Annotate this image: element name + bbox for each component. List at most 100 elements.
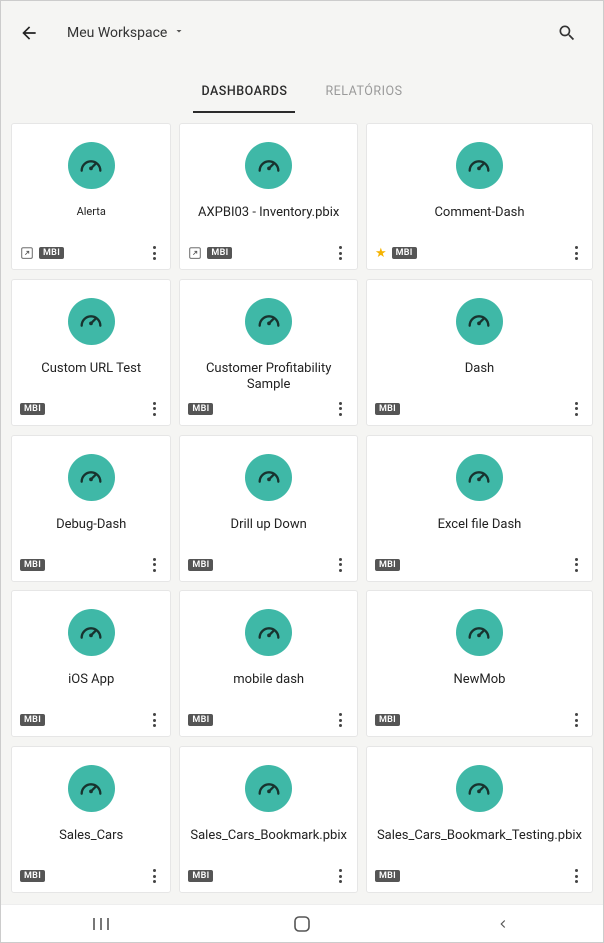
gauge-icon: [456, 298, 503, 345]
tab-bar: DASHBOARDS RELATÓRIOS: [1, 74, 603, 113]
more-menu-button[interactable]: [333, 867, 349, 885]
more-menu-button[interactable]: [146, 556, 162, 574]
mbi-badge: MBI: [375, 559, 400, 571]
tab-reports[interactable]: RELATÓRIOS: [321, 74, 406, 113]
dashboard-grid: Alerta MBI AXPBI03 - Inventory.pbix MBI …: [1, 113, 603, 904]
card-title: Excel file Dash: [428, 517, 532, 533]
nav-back[interactable]: [473, 917, 533, 931]
card-title: Comment-Dash: [424, 205, 534, 221]
card-title: Customer Profitability Sample: [180, 361, 357, 394]
more-menu-button[interactable]: [568, 244, 584, 262]
mbi-badge: MBI: [207, 247, 232, 259]
dashboard-card[interactable]: Drill up Down MBI: [179, 435, 358, 582]
workspace-dropdown[interactable]: Meu Workspace: [67, 25, 185, 41]
gauge-icon: [245, 609, 292, 656]
gauge-icon: [245, 298, 292, 345]
mbi-badge: MBI: [20, 870, 45, 882]
arrow-left-icon: [19, 23, 39, 43]
card-footer: MBI: [20, 866, 162, 886]
more-menu-button[interactable]: [333, 400, 349, 418]
search-button[interactable]: [555, 21, 579, 45]
card-footer: MBI: [188, 555, 349, 575]
card-title: AXPBI03 - Inventory.pbix: [188, 205, 349, 221]
recents-icon: [91, 917, 111, 931]
nav-recents[interactable]: [71, 917, 131, 931]
card-footer: MBI: [375, 710, 584, 730]
gauge-icon: [68, 765, 115, 812]
more-menu-button[interactable]: [146, 711, 162, 729]
dashboard-card[interactable]: Alerta MBI: [11, 123, 171, 270]
mbi-badge: MBI: [375, 403, 400, 415]
card-title: Dash: [455, 361, 504, 377]
more-menu-button[interactable]: [333, 556, 349, 574]
card-footer: MBI: [20, 399, 162, 419]
more-menu-button[interactable]: [568, 711, 584, 729]
dashboard-card[interactable]: Sales_Cars_Bookmark_Testing.pbix MBI: [366, 746, 593, 893]
gauge-icon: [68, 298, 115, 345]
app-header: Meu Workspace DASHBOARDS RELATÓRIOS: [1, 1, 603, 113]
card-title: Drill up Down: [221, 517, 317, 533]
back-button[interactable]: [17, 21, 41, 45]
dashboard-card[interactable]: Customer Profitability Sample MBI: [179, 279, 358, 426]
card-footer: MBI: [20, 710, 162, 730]
card-title: iOS App: [58, 672, 124, 688]
more-menu-button[interactable]: [333, 711, 349, 729]
dashboard-card[interactable]: AXPBI03 - Inventory.pbix MBI: [179, 123, 358, 270]
gauge-icon: [68, 454, 115, 501]
nav-back-icon: [496, 917, 510, 931]
card-footer: MBI: [188, 399, 349, 419]
mbi-badge: MBI: [392, 247, 417, 259]
gauge-icon: [245, 142, 292, 189]
dashboard-card[interactable]: Dash MBI: [366, 279, 593, 426]
dashboard-card[interactable]: Sales_Cars MBI: [11, 746, 171, 893]
mbi-badge: MBI: [20, 559, 45, 571]
dashboard-card[interactable]: Custom URL Test MBI: [11, 279, 171, 426]
dashboard-card[interactable]: mobile dashMBI: [179, 590, 358, 737]
mbi-badge: MBI: [20, 403, 45, 415]
card-title: Sales_Cars: [49, 828, 133, 844]
more-menu-button[interactable]: [568, 867, 584, 885]
gauge-icon: [456, 454, 503, 501]
mbi-badge: MBI: [188, 870, 213, 882]
card-footer: MBI: [375, 866, 584, 886]
more-menu-button[interactable]: [146, 400, 162, 418]
mbi-badge: MBI: [39, 247, 64, 259]
dashboard-card[interactable]: Comment-Dash ★MBI: [366, 123, 593, 270]
card-footer: ★MBI: [375, 243, 584, 263]
card-title: NewMob: [443, 672, 515, 688]
card-footer: MBI: [375, 555, 584, 575]
more-menu-button[interactable]: [146, 244, 162, 262]
gauge-icon: [68, 142, 115, 189]
gauge-icon: [68, 609, 115, 656]
nav-home[interactable]: [272, 915, 332, 933]
gauge-icon: [456, 609, 503, 656]
mbi-badge: MBI: [188, 403, 213, 415]
gauge-icon: [456, 142, 503, 189]
link-icon: [188, 246, 202, 260]
dashboard-card[interactable]: Debug-Dash MBI: [11, 435, 171, 582]
dashboard-card[interactable]: NewMob MBI: [366, 590, 593, 737]
dashboard-card[interactable]: Sales_Cars_Bookmark.pbix MBI: [179, 746, 358, 893]
mbi-badge: MBI: [375, 714, 400, 726]
card-title: Sales_Cars_Bookmark_Testing.pbix: [367, 828, 592, 844]
more-menu-button[interactable]: [568, 400, 584, 418]
mbi-badge: MBI: [375, 870, 400, 882]
card-title: Sales_Cars_Bookmark.pbix: [180, 828, 357, 844]
search-icon: [557, 23, 577, 43]
card-title: mobile dash: [223, 672, 314, 688]
more-menu-button[interactable]: [333, 244, 349, 262]
gauge-icon: [245, 454, 292, 501]
more-menu-button[interactable]: [146, 867, 162, 885]
tab-dashboards[interactable]: DASHBOARDS: [197, 74, 291, 113]
card-footer: MBI: [188, 243, 349, 263]
gauge-icon: [245, 765, 292, 812]
card-title: Custom URL Test: [31, 361, 151, 377]
workspace-label: Meu Workspace: [67, 25, 167, 41]
card-footer: MBI: [375, 399, 584, 419]
dashboard-card[interactable]: iOS App MBI: [11, 590, 171, 737]
more-menu-button[interactable]: [568, 556, 584, 574]
card-footer: MBI: [20, 555, 162, 575]
card-title: Debug-Dash: [46, 517, 136, 533]
dashboard-card[interactable]: Excel file Dash MBI: [366, 435, 593, 582]
card-title: Alerta: [67, 205, 116, 219]
